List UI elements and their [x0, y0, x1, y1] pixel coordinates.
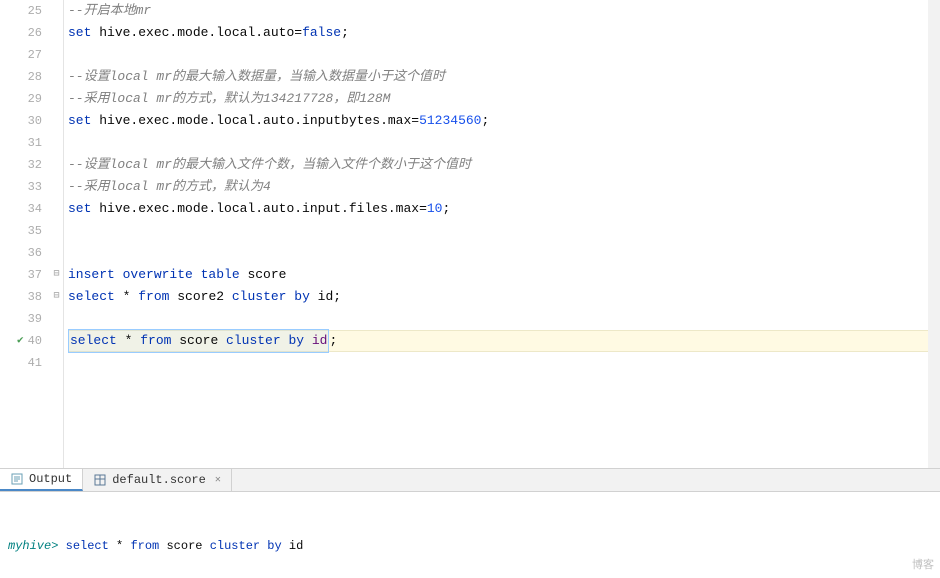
- fold-marker: [50, 352, 63, 374]
- line-number: 25: [0, 0, 42, 22]
- line-number: 36: [0, 242, 42, 264]
- code-line[interactable]: --采用local mr的方式，默认为4: [68, 176, 940, 198]
- check-icon: ✔: [17, 330, 24, 352]
- code-line[interactable]: [68, 44, 940, 66]
- line-number: ✔40: [0, 330, 42, 352]
- fold-marker: [50, 198, 63, 220]
- code-line[interactable]: set hive.exec.mode.local.auto=false;: [68, 22, 940, 44]
- tab-table-label: default.score: [112, 473, 206, 487]
- line-number-gutter: 252627282930313233343536373839✔4041: [0, 0, 50, 468]
- close-icon[interactable]: ✕: [215, 474, 221, 486]
- bottom-tabs: Output default.score ✕: [0, 468, 940, 492]
- line-number: 30: [0, 110, 42, 132]
- line-number: 39: [0, 308, 42, 330]
- fold-marker: [50, 154, 63, 176]
- table-icon: [93, 473, 107, 487]
- fold-marker: [50, 330, 63, 352]
- tab-output-label: Output: [29, 472, 72, 486]
- line-number: 28: [0, 66, 42, 88]
- fold-marker: [50, 88, 63, 110]
- line-number: 41: [0, 352, 42, 374]
- line-number: 37: [0, 264, 42, 286]
- fold-marker: [50, 132, 63, 154]
- fold-marker: [50, 110, 63, 132]
- line-number: 33: [0, 176, 42, 198]
- tab-table[interactable]: default.score ✕: [83, 469, 232, 491]
- code-line[interactable]: [68, 132, 940, 154]
- console-prompt: myhive>: [8, 539, 58, 553]
- line-number: 32: [0, 154, 42, 176]
- fold-marker[interactable]: ⊟: [50, 286, 63, 308]
- code-line[interactable]: --开启本地mr: [68, 0, 940, 22]
- code-line[interactable]: --设置local mr的最大输入文件个数，当输入文件个数小于这个值时: [68, 154, 940, 176]
- code-line[interactable]: set hive.exec.mode.local.auto.inputbytes…: [68, 110, 940, 132]
- code-line[interactable]: --设置local mr的最大输入数据量，当输入数据量小于这个值时: [68, 66, 940, 88]
- line-number: 31: [0, 132, 42, 154]
- code-line[interactable]: select * from score cluster by id;: [68, 330, 940, 352]
- code-line[interactable]: [68, 308, 940, 330]
- line-number: 34: [0, 198, 42, 220]
- fold-marker: [50, 176, 63, 198]
- scrollbar-vertical[interactable]: [928, 0, 940, 468]
- fold-marker: [50, 242, 63, 264]
- fold-marker: [50, 220, 63, 242]
- console-query-line: myhive> select * from score cluster by i…: [8, 536, 932, 556]
- line-number: 26: [0, 22, 42, 44]
- fold-marker: [50, 22, 63, 44]
- code-line[interactable]: select * from score2 cluster by id;: [68, 286, 940, 308]
- code-editor[interactable]: 252627282930313233343536373839✔4041 ⊟⊟ -…: [0, 0, 940, 468]
- fold-marker[interactable]: ⊟: [50, 264, 63, 286]
- line-number: 27: [0, 44, 42, 66]
- code-line[interactable]: --采用local mr的方式，默认为134217728，即128M: [68, 88, 940, 110]
- fold-column[interactable]: ⊟⊟: [50, 0, 64, 468]
- fold-marker: [50, 0, 63, 22]
- selected-statement[interactable]: select * from score cluster by id: [68, 329, 329, 353]
- line-number: 35: [0, 220, 42, 242]
- fold-marker: [50, 66, 63, 88]
- output-console[interactable]: myhive> select * from score cluster by i…: [0, 492, 940, 578]
- tab-output[interactable]: Output: [0, 469, 83, 491]
- fold-marker: [50, 44, 63, 66]
- code-line[interactable]: [68, 352, 940, 374]
- code-area[interactable]: --开启本地mrset hive.exec.mode.local.auto=fa…: [64, 0, 940, 468]
- line-number: 38: [0, 286, 42, 308]
- fold-marker: [50, 308, 63, 330]
- code-line[interactable]: [68, 220, 940, 242]
- code-line[interactable]: [68, 242, 940, 264]
- code-line[interactable]: set hive.exec.mode.local.auto.input.file…: [68, 198, 940, 220]
- output-icon: [10, 472, 24, 486]
- code-line[interactable]: insert overwrite table score: [68, 264, 940, 286]
- line-number: 29: [0, 88, 42, 110]
